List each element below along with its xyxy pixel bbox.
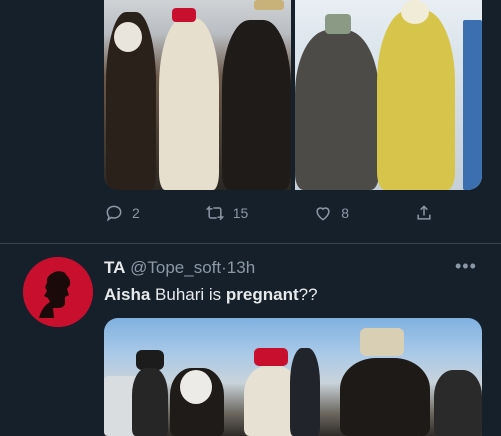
tweet-text-bold-2: pregnant <box>225 285 299 304</box>
tweet-text-normal-1: Buhari is <box>150 285 226 304</box>
reply-count: 2 <box>132 205 140 221</box>
retweet-count: 15 <box>232 205 249 221</box>
photo-figure <box>136 350 164 370</box>
share-button[interactable] <box>414 203 434 223</box>
photo-figure <box>340 358 430 436</box>
avatar[interactable] <box>23 257 93 327</box>
like-button[interactable]: 8 <box>313 203 349 223</box>
photo-figure <box>254 348 288 366</box>
photo-figure <box>290 348 320 436</box>
retweet-icon <box>205 205 225 221</box>
photo-figure <box>377 10 455 190</box>
tweet-photo-right[interactable] <box>295 0 482 190</box>
tweet-text-normal-2: ?? <box>298 285 318 304</box>
photo-figure <box>325 14 351 34</box>
display-name[interactable]: TA <box>104 258 125 277</box>
photo-figure <box>295 30 379 190</box>
like-count: 8 <box>341 205 350 221</box>
tweet-media-grid[interactable] <box>104 0 482 190</box>
avatar-silhouette-icon <box>23 257 93 327</box>
user-handle[interactable]: @Tope_soft <box>130 258 221 277</box>
tweet-header: TA @Tope_soft·13h <box>104 258 255 278</box>
reply-icon <box>106 205 122 222</box>
photo-figure <box>463 20 482 190</box>
tweet-divider <box>0 243 501 244</box>
photo-figure <box>114 22 142 52</box>
reply-button[interactable]: 2 <box>104 203 140 223</box>
photo-figure <box>159 18 219 190</box>
photo-figure <box>360 328 404 356</box>
tweet-photo-left[interactable] <box>104 0 291 190</box>
photo-figure <box>222 20 291 190</box>
tweet-actions: 2 15 8 <box>104 200 434 226</box>
share-icon <box>417 205 431 220</box>
tweet-timestamp[interactable]: 13h <box>227 258 255 277</box>
photo-figure <box>180 370 212 404</box>
more-icon[interactable]: ••• <box>455 256 477 277</box>
photo-figure <box>132 368 168 436</box>
tweet-photo[interactable] <box>104 318 482 436</box>
retweet-button[interactable]: 15 <box>205 203 249 223</box>
photo-figure <box>434 370 482 436</box>
photo-figure <box>172 8 196 22</box>
tweet-text: Aisha Buhari is pregnant?? <box>104 285 318 305</box>
tweet-text-bold-1: Aisha <box>104 285 151 304</box>
photo-figure <box>401 0 429 24</box>
photo-figure <box>254 0 284 10</box>
like-icon <box>316 207 330 221</box>
